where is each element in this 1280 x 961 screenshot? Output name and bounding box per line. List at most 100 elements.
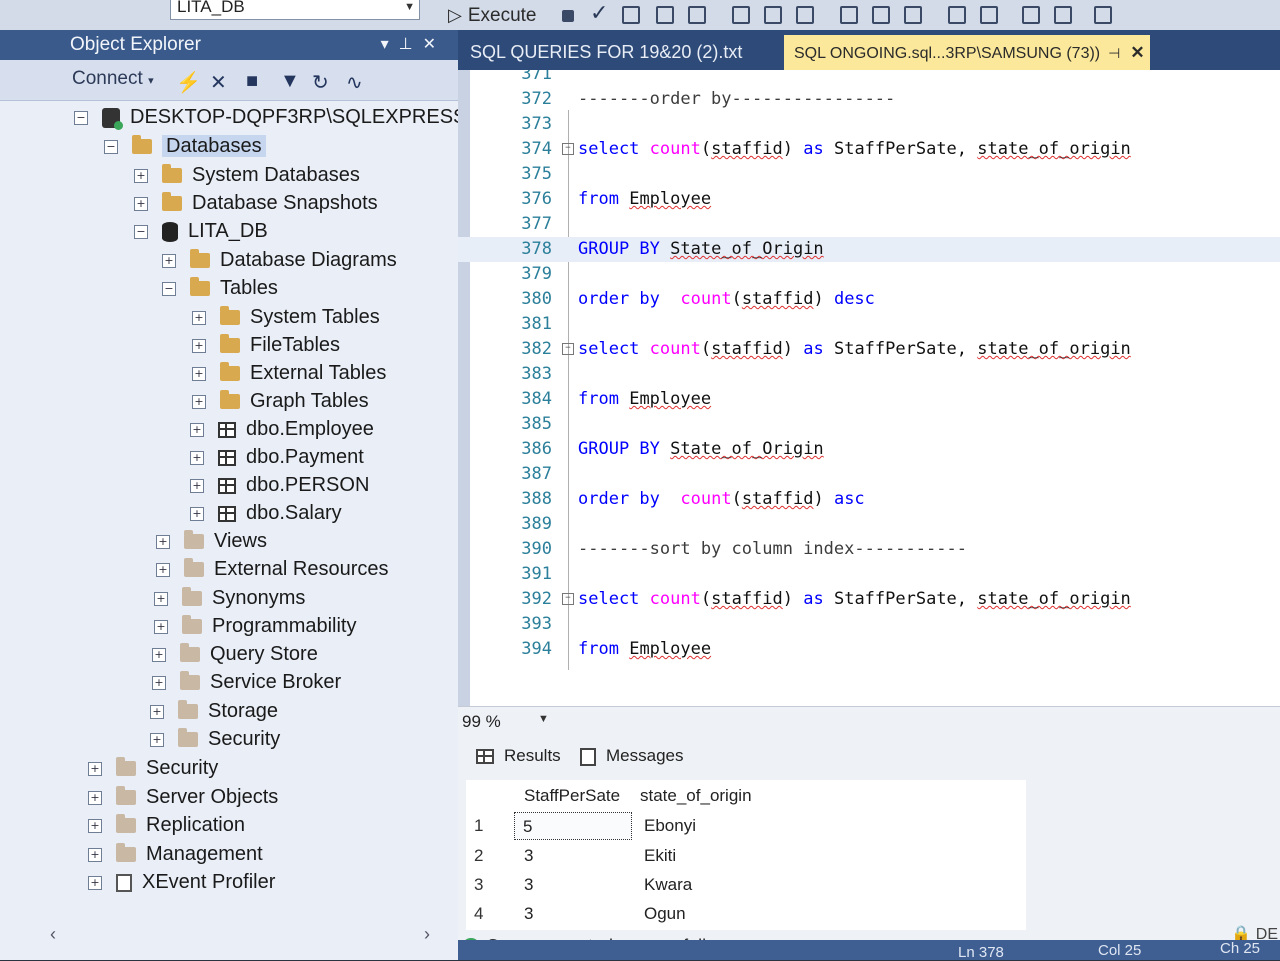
tree-node-server[interactable]: − DESKTOP-DQPF3RP\SQLEXPRESS (SQL [74, 103, 519, 131]
column-header[interactable]: StaffPerSate [524, 786, 620, 806]
outdent-icon[interactable] [1022, 6, 1040, 24]
expand-icon[interactable]: + [88, 761, 102, 776]
tree-node-lita-db[interactable]: − LITA_DB [134, 217, 268, 245]
include-plan-icon[interactable] [732, 6, 750, 24]
results-to-text-icon[interactable] [840, 6, 858, 24]
close-icon[interactable]: ✕ [423, 36, 446, 53]
tree-node-synonyms[interactable]: + Synonyms [154, 584, 305, 612]
filter-icon[interactable]: ▼ [280, 70, 300, 93]
expand-icon[interactable]: + [150, 732, 164, 747]
chevron-down-icon[interactable]: ▼ [538, 713, 549, 725]
table-cell[interactable]: Ekiti [644, 842, 676, 870]
scroll-right-icon[interactable]: › [424, 924, 430, 945]
horizontal-scrollbar[interactable]: ‹ › [40, 924, 440, 944]
tree-node-service-broker[interactable]: + Service Broker [152, 668, 341, 696]
expand-icon[interactable]: + [88, 790, 102, 805]
expand-icon[interactable]: + [88, 818, 102, 833]
tree-node-replication[interactable]: + Replication [88, 811, 245, 839]
tree-node-management[interactable]: + Management [88, 840, 263, 868]
table-row[interactable]: 4 3 Ogun [466, 900, 1026, 928]
table-cell[interactable]: Kwara [644, 871, 692, 899]
tree-node-system-tables[interactable]: + System Tables [192, 303, 380, 331]
collapse-icon[interactable]: − [562, 593, 574, 605]
tree-node-database-diagrams[interactable]: + Database Diagrams [162, 246, 397, 274]
table-cell[interactable]: 3 [524, 871, 533, 899]
tree-node-person-table[interactable]: + dbo.PERSON [190, 471, 369, 499]
collapse-icon[interactable]: − [562, 143, 574, 155]
close-icon[interactable]: ✕ [1130, 43, 1144, 62]
tree-node-system-databases[interactable]: + System Databases [134, 161, 360, 189]
indent-icon[interactable] [1054, 6, 1072, 24]
results-grid[interactable]: StaffPerSate state_of_origin 1 5 Ebonyi … [466, 780, 1026, 930]
expand-icon[interactable]: + [154, 591, 168, 606]
client-stats-icon[interactable] [796, 6, 814, 24]
expand-icon[interactable]: + [134, 196, 148, 211]
tree-node-external-tables[interactable]: + External Tables [192, 359, 386, 387]
sql-code-editor[interactable]: 371 372 -------order by---------------- 3… [458, 70, 1280, 706]
tab-messages[interactable]: Messages [580, 746, 683, 766]
expand-icon[interactable]: + [152, 647, 166, 662]
table-cell[interactable]: 3 [524, 842, 533, 870]
expand-icon[interactable]: + [134, 168, 148, 183]
expand-icon[interactable]: + [162, 253, 176, 268]
tab-results[interactable]: Results [476, 746, 561, 766]
pin-icon[interactable]: ⊥ [399, 36, 423, 53]
query-options-icon[interactable] [656, 6, 674, 24]
tree-node-payment-table[interactable]: + dbo.Payment [190, 443, 364, 471]
pin-icon[interactable]: ⊣ [1108, 45, 1120, 61]
tree-node-programmability[interactable]: + Programmability [154, 612, 356, 640]
expand-icon[interactable]: + [192, 394, 206, 409]
results-file-icon[interactable] [904, 6, 922, 24]
collapse-icon[interactable]: − [562, 343, 574, 355]
tree-node-xevent-profiler[interactable]: + XEvent Profiler [88, 868, 275, 896]
tree-node-graph-tables[interactable]: + Graph Tables [192, 387, 369, 415]
tree-node-views[interactable]: + Views [156, 527, 267, 555]
results-grid-icon[interactable] [872, 6, 890, 24]
scroll-left-icon[interactable]: ‹ [50, 924, 56, 945]
collapse-icon[interactable]: − [104, 139, 118, 154]
expand-icon[interactable]: + [190, 422, 204, 437]
display-plan-icon[interactable] [622, 6, 640, 24]
uncomment-icon[interactable] [980, 6, 998, 24]
zoom-level[interactable]: 99 % [462, 712, 501, 732]
table-row[interactable]: 1 5 Ebonyi [466, 812, 1026, 840]
database-selector[interactable]: LITA_DB ▼ [170, 0, 420, 20]
table-cell-selected[interactable]: 5 [514, 812, 632, 840]
expand-icon[interactable]: + [88, 875, 102, 890]
tree-node-storage[interactable]: + Storage [150, 697, 278, 725]
tree-node-database-snapshots[interactable]: + Database Snapshots [134, 189, 378, 217]
tree-node-security[interactable]: + Security [88, 754, 218, 782]
refresh-icon[interactable]: ↻ [312, 70, 329, 95]
collapse-icon[interactable]: − [162, 281, 176, 296]
connect-button[interactable]: Connect ▾ [72, 68, 154, 90]
tree-node-databases[interactable]: − Databases [104, 132, 266, 160]
collapse-icon[interactable]: − [134, 224, 148, 239]
expand-icon[interactable]: + [88, 847, 102, 862]
stop-icon[interactable]: ■ [246, 70, 258, 93]
activity-monitor-icon[interactable]: ∿ [346, 70, 363, 95]
table-cell[interactable]: 3 [524, 900, 533, 928]
tree-node-query-store[interactable]: + Query Store [152, 640, 318, 668]
expand-icon[interactable]: + [156, 562, 170, 577]
expand-icon[interactable]: + [192, 366, 206, 381]
execute-button[interactable]: ▷ Execute [448, 2, 537, 28]
expand-icon[interactable]: + [192, 310, 206, 325]
table-row[interactable]: 3 3 Kwara [466, 871, 1026, 899]
live-stats-icon[interactable] [764, 6, 782, 24]
tree-node-salary-table[interactable]: + dbo.Salary [190, 499, 342, 527]
collapse-icon[interactable]: − [74, 110, 88, 125]
stop-icon[interactable] [562, 10, 574, 22]
connect-plug-icon[interactable]: ⚡ [176, 70, 201, 95]
tree-node-tables[interactable]: − Tables [162, 274, 278, 302]
results-to-grid-icon[interactable] [688, 6, 706, 24]
expand-icon[interactable]: + [190, 478, 204, 493]
comment-icon[interactable] [948, 6, 966, 24]
expand-icon[interactable]: + [190, 506, 204, 521]
tree-node-employee-table[interactable]: + dbo.Employee [190, 415, 374, 443]
expand-icon[interactable]: + [156, 534, 170, 549]
expand-icon[interactable]: + [190, 450, 204, 465]
table-row[interactable]: 2 3 Ekiti [466, 842, 1026, 870]
expand-icon[interactable]: + [154, 619, 168, 634]
tab-sql-ongoing[interactable]: SQL ONGOING.sql...3RP\SAMSUNG (73)) ⊣ ✕ [784, 35, 1150, 70]
expand-icon[interactable]: + [150, 704, 164, 719]
